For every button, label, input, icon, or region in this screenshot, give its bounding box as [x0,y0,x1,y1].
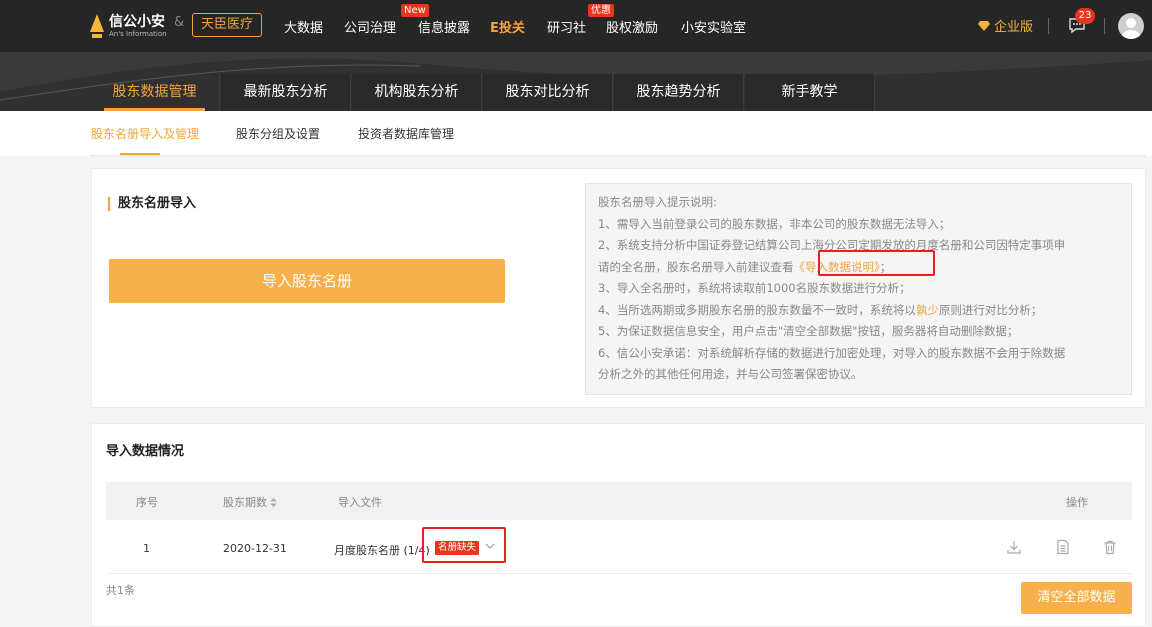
notes-line: 6、信公小安承诺：对系统解析存储的数据进行加密处理，对导入的股东数据不会用于除数… [598,345,1066,360]
col-file: 导入文件 [338,496,382,509]
notes-heading: 股东名册导入提示说明: [598,195,717,209]
new-badge: New [401,4,429,17]
tab-beginner-tutorial[interactable]: 新手教学 [745,74,875,111]
app-logo[interactable]: 信公小安 An's Information [90,11,167,41]
clear-all-data-button[interactable]: 清空全部数据 [1021,582,1132,614]
notes-line: 1、需导入当前登录公司的股东数据，非本公司的股东数据无法导入； [598,216,951,231]
diamond-icon [978,20,990,31]
col-ops: 操作 [1066,496,1088,509]
highlight-box [422,527,506,563]
nav-information-disclosure[interactable]: 信息披露 [418,17,470,36]
trash-icon[interactable] [1102,539,1118,555]
logo-title: 信公小安 [109,13,165,30]
row-period: 2020-12-31 [223,542,287,555]
nav-equity-incentive[interactable]: 股权激励 [606,17,658,36]
divider [1104,18,1105,34]
sort-icon[interactable] [270,498,277,507]
import-card: 股东名册导入 导入股东名册 股东名册导入提示说明: 1、需导入当前登录公司的股东… [91,168,1146,408]
nav-lab[interactable]: 小安实验室 [681,17,746,36]
user-avatar[interactable] [1118,13,1144,39]
tab-latest-shareholder-analysis[interactable]: 最新股东分析 [221,74,351,111]
nav-big-data[interactable]: 大数据 [284,17,323,36]
nav-corporate-governance[interactable]: 公司治理 [344,17,396,36]
nav-e-investor-relations[interactable]: E投关 [490,17,525,36]
total-count: 共1条 [106,584,135,597]
col-index: 序号 [136,496,158,509]
document-icon[interactable] [1055,539,1071,555]
row-index: 1 [143,542,150,555]
import-register-button[interactable]: 导入股东名册 [109,259,505,303]
subtab-register-import[interactable]: 股东名册导入及管理 [91,125,199,142]
import-notes: 股东名册导入提示说明: 1、需导入当前登录公司的股东数据，非本公司的股东数据无法… [585,183,1132,395]
divider [1048,18,1049,34]
row-file: 月度股东名册 (1/4) [334,544,430,557]
ampersand: & [174,15,185,30]
import-data-title: 导入数据情况 [106,444,185,459]
client-company-badge[interactable]: 天臣医疗 [192,13,262,37]
logo-icon [90,14,104,38]
notes-line: 分析之外的其他任何用途，并与公司签署保密协议。 [598,367,863,381]
download-icon[interactable] [1006,539,1022,555]
tab-institutional-shareholder-analysis[interactable]: 机构股东分析 [352,74,482,111]
subtab-grouping-settings[interactable]: 股东分组及设置 [236,125,320,142]
top-bar: 信公小安 An's Information & 天臣医疗 大数据 公司治理 Ne… [0,0,1152,52]
import-data-card: 导入数据情况 序号 股东期数 导入文件 操作 1 2020-12-31 月度股东… [91,423,1146,627]
logo-subtitle: An's Information [109,29,167,38]
tab-shareholder-data-management[interactable]: 股东数据管理 [90,74,220,111]
table-row: 1 2020-12-31 月度股东名册 (1/4) 名册缺失 [106,522,1132,574]
discount-badge: 优惠 [588,4,614,17]
table-header: 序号 股东期数 导入文件 操作 [106,482,1132,520]
tab-shareholder-trend[interactable]: 股东趋势分析 [614,74,744,111]
import-card-title: 股东名册导入 [108,197,196,211]
enterprise-edition[interactable]: 企业版 [978,16,1033,35]
tab-shareholder-comparison[interactable]: 股东对比分析 [483,74,613,111]
main-tab-band: 股东数据管理 最新股东分析 机构股东分析 股东对比分析 股东趋势分析 新手教学 [0,52,1152,111]
notes-line: 3、导入全名册时，系统将读取前1000名股东数据进行分析； [598,281,911,295]
col-period[interactable]: 股东期数 [223,494,277,510]
enterprise-label: 企业版 [994,20,1034,35]
notes-line: 5、为保证数据信息安全，用户点击"清空全部数据"按钮，服务器将自动删除数据； [598,324,1019,338]
divider [90,155,1146,156]
highlight-box [818,250,935,276]
nav-study-club[interactable]: 研习社 [547,17,586,36]
notes-line: 4、当所选两期或多期股东名册的股东数量不一致时，系统将以孰少原则进行对比分析； [598,302,1043,317]
subtab-investor-database[interactable]: 投资者数据库管理 [358,125,454,142]
fewest-principle-highlight: 孰少 [915,302,939,317]
sub-tab-bar: 股东名册导入及管理 股东分组及设置 投资者数据库管理 [0,111,1152,156]
message-count-badge: 23 [1075,8,1095,24]
